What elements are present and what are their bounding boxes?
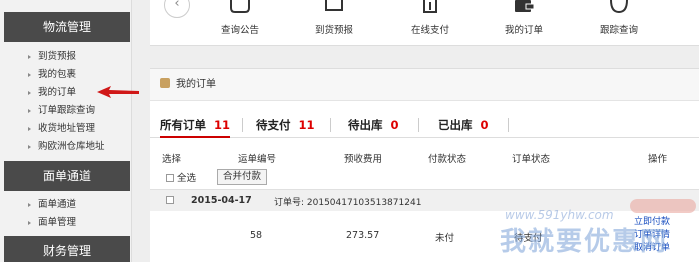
tab-pending-shipment[interactable]: 待出库 0 [348, 114, 399, 138]
tab-pending-shipment-count: 0 [390, 118, 399, 132]
tab-all-orders-label: 所有订单 [160, 118, 206, 132]
back-button[interactable]: ‹ [164, 0, 190, 18]
order-tabs: 所有订单 11 待支付 11 待出库 0 已出库 0 [150, 114, 699, 138]
sidebar: 物流管理 到货预报 我的包裹 我的订单 订单跟踪查询 收货地址管理 购欧洲仓库地… [0, 0, 132, 262]
announcement-icon [230, 0, 250, 13]
nav-online-payment[interactable]: 在线支付 [408, 0, 452, 36]
sidebar-section-finance[interactable]: 财务管理 [4, 236, 130, 262]
panel-header: 我的订单 [150, 69, 699, 101]
tab-pending-payment[interactable]: 待支付 11 [256, 114, 315, 138]
col-header-fee: 预收费用 [344, 154, 383, 165]
sidebar-item-order-tracking[interactable]: 订单跟踪查询 [28, 102, 105, 120]
nav-forecast-label: 到货预报 [314, 25, 353, 36]
sidebar-item-my-packages[interactable]: 我的包裹 [28, 66, 105, 84]
tab-all-orders-count: 11 [214, 118, 231, 132]
sidebar-item-arrival-forecast[interactable]: 到货预报 [28, 48, 105, 66]
sidebar-item-label-management[interactable]: 面单管理 [27, 214, 76, 232]
merge-payment-button[interactable]: 合并付款 [217, 169, 268, 185]
order-checkbox[interactable] [166, 196, 174, 204]
nav-tracking[interactable]: 跟踪查询 [597, 0, 641, 36]
sidebar-list-label-channel: 面单通道 面单管理 [27, 196, 76, 232]
orders-icon [160, 78, 170, 88]
top-nav: ‹ 查询公告 到货预报 在线支付 我的订单 跟踪查询 [150, 0, 699, 46]
order-date: 2015-04-17 [191, 195, 252, 206]
wallet-icon [515, 0, 535, 12]
tab-pending-payment-count: 11 [298, 118, 315, 132]
sidebar-item-address-management[interactable]: 收货地址管理 [28, 120, 105, 138]
sidebar-item-eu-warehouse-address[interactable]: 购欧洲仓库地址 [28, 138, 105, 156]
sidebar-section-label-channel[interactable]: 面单通道 [4, 161, 130, 191]
order-waybill: 58 [250, 230, 263, 241]
nav-announcement-label: 查询公告 [220, 25, 259, 36]
select-all-label: 全选 [177, 173, 197, 184]
watermark-bubble [630, 199, 696, 213]
order-number: 订单号: 20150417103513871241 [274, 198, 422, 208]
forecast-icon [325, 0, 343, 11]
tab-shipped[interactable]: 已出库 0 [438, 114, 489, 138]
nav-my-orders[interactable]: 我的订单 [500, 0, 548, 36]
tab-pending-shipment-label: 待出库 [348, 118, 383, 132]
nav-announcement[interactable]: 查询公告 [218, 0, 262, 36]
watermark-text: 我就要优惠网 [500, 227, 669, 257]
panel-title: 我的订单 [176, 79, 216, 90]
tab-all-orders[interactable]: 所有订单 11 [160, 114, 231, 138]
watermark-url: www.591yhw.com [505, 208, 614, 222]
annotation-arrow-icon [97, 86, 139, 98]
tracking-icon [610, 0, 628, 14]
tab-shipped-count: 0 [480, 118, 489, 132]
col-header-waybill: 运单编号 [238, 154, 277, 165]
col-header-select: 选择 [162, 154, 182, 165]
tab-divider [330, 118, 331, 132]
order-pay-status: 未付 [435, 233, 455, 244]
nav-tracking-label: 跟踪查询 [599, 25, 638, 36]
nav-forecast[interactable]: 到货预报 [312, 0, 356, 36]
tab-shipped-label: 已出库 [438, 118, 473, 132]
col-header-pay-status: 付款状态 [428, 154, 467, 165]
col-header-order-status: 订单状态 [512, 154, 551, 165]
sidebar-section-logistics[interactable]: 物流管理 [4, 12, 130, 42]
order-header-row: 2015-04-17 订单号: 20150417103513871241 [150, 189, 699, 211]
sidebar-item-label-channel[interactable]: 面单通道 [27, 196, 76, 214]
payment-icon [423, 0, 437, 13]
nav-my-orders-label: 我的订单 [504, 25, 543, 36]
tab-pending-payment-label: 待支付 [256, 118, 291, 132]
orders-panel: 我的订单 所有订单 11 待支付 11 待出库 0 已出库 0 选择 运单编号 预收费用… [150, 68, 699, 262]
select-all-checkbox[interactable] [166, 174, 174, 182]
tab-divider [242, 118, 243, 132]
nav-online-payment-label: 在线支付 [410, 25, 449, 36]
order-fee: 273.57 [346, 230, 380, 241]
tab-divider [508, 118, 509, 132]
tab-divider [418, 118, 419, 132]
select-all[interactable]: 全选 [166, 170, 196, 184]
sidebar-list-logistics: 到货预报 我的包裹 我的订单 订单跟踪查询 收货地址管理 购欧洲仓库地址 [28, 48, 105, 156]
col-header-actions: 操作 [648, 154, 668, 165]
